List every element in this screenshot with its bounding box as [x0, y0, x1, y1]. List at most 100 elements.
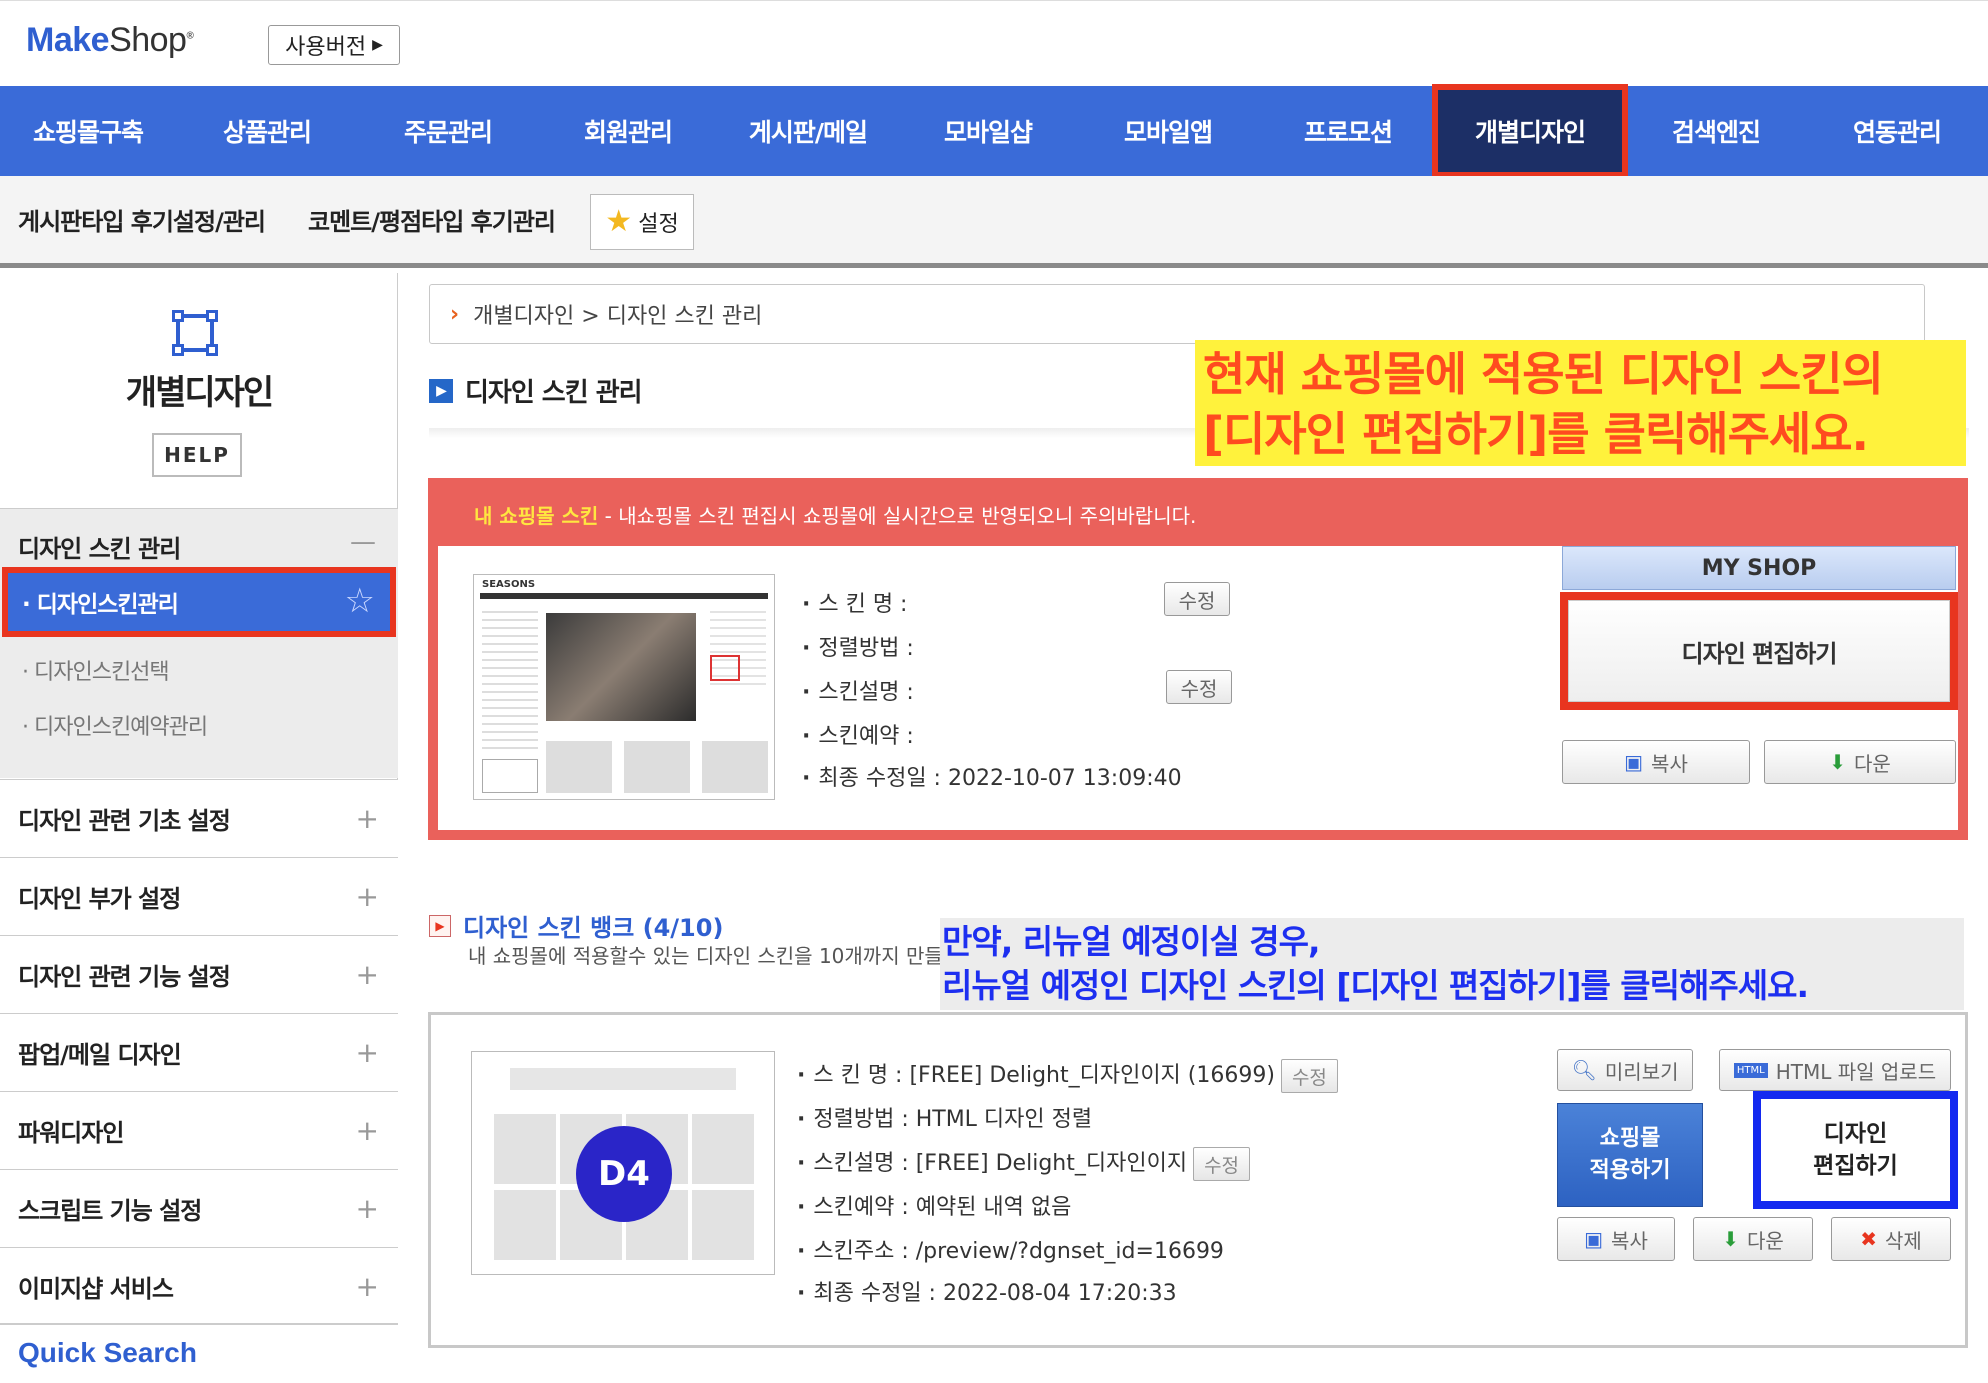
- skin-description-line: · 스킨설명 : [FREE] Delight_디자인이지 수정: [797, 1145, 1251, 1181]
- html-upload-button[interactable]: HTML HTML 파일 업로드: [1719, 1049, 1951, 1091]
- nav-item-order-management[interactable]: 주문관리: [358, 86, 538, 176]
- apply-label: 쇼핑몰: [1599, 1126, 1661, 1151]
- sidebar-section-script-settings[interactable]: 스크립트 기능 설정 +: [0, 1169, 398, 1247]
- nav-item-mobile-app[interactable]: 모바일앱: [1078, 86, 1258, 176]
- sidebar-section-image-shop[interactable]: 이미지샵 서비스 +: [0, 1247, 398, 1325]
- star-outline-icon[interactable]: ☆: [345, 581, 376, 621]
- section-label: 이미지샵 서비스: [18, 1275, 174, 1303]
- callout-line: 리뉴얼 예정인 디자인 스킨의 [디자인 편집하기]를 클릭해주세요.: [942, 966, 1809, 1005]
- page-title-text: 디자인 스킨 관리: [465, 378, 643, 408]
- quick-search-link[interactable]: Quick Search: [0, 1323, 398, 1383]
- section-label: 팝업/메일 디자인: [18, 1041, 182, 1069]
- edit-skin-description-button[interactable]: 수정: [1166, 670, 1232, 704]
- plus-icon: +: [355, 880, 379, 913]
- sidebar-item-label: · 디자인스킨관리: [22, 592, 179, 618]
- thumbnail-image-placeholder: [702, 741, 768, 793]
- edit-design-label: 디자인: [1823, 1121, 1888, 1147]
- html-file-icon: HTML: [1733, 1062, 1768, 1078]
- page-title: ▶ 디자인 스킨 관리: [429, 372, 643, 409]
- instruction-callout-renewal: 만약, 리뉴얼 예정이실 경우, 리뉴얼 예정인 디자인 스킨의 [디자인 편집…: [940, 918, 1964, 1010]
- version-button-label: 사용버전: [285, 35, 367, 60]
- sidebar-item-design-skin-management[interactable]: · 디자인스킨관리 ☆: [2, 567, 396, 637]
- sidebar-section-function-settings[interactable]: 디자인 관련 기능 설정 +: [0, 935, 398, 1013]
- copy-button[interactable]: ▣ 복사: [1562, 740, 1750, 784]
- design-frame-icon: [172, 310, 218, 356]
- minus-icon[interactable]: —: [350, 527, 376, 557]
- nav-item-board-mail[interactable]: 게시판/메일: [718, 86, 898, 176]
- nav-item-individual-design[interactable]: 개별디자인: [1432, 84, 1628, 178]
- edit-skin-name-button[interactable]: 수정: [1280, 1059, 1338, 1093]
- chevron-right-icon: ›: [450, 301, 460, 327]
- skin-thumbnail[interactable]: SEASONS: [473, 574, 775, 800]
- my-shop-skin-content: SEASONS · 스 킨 명 : 수정 · 정렬방법 : · 스킨설명 : 수정 ·…: [438, 546, 1958, 830]
- apply-to-shop-button[interactable]: 쇼핑몰적용하기: [1557, 1103, 1703, 1207]
- thumbnail-header-bar: [510, 1068, 736, 1090]
- plus-icon: +: [355, 1114, 379, 1147]
- play-icon: ▶: [429, 914, 451, 937]
- nav-item-search-engine[interactable]: 검색엔진: [1626, 86, 1806, 176]
- my-shop-skin-note: - 내쇼핑몰 스킨 편집시 쇼핑몰에 실시간으로 반영되오니 주의바랍니다.: [598, 504, 1197, 528]
- download-icon: ⬇: [1829, 750, 1846, 774]
- sidebar-section-additional-settings[interactable]: 디자인 부가 설정 +: [0, 857, 398, 935]
- main-nav: 쇼핑몰구축 상품관리 주문관리 회원관리 게시판/메일 모바일샵 모바일앱 프로…: [0, 84, 1988, 178]
- sidebar-section-power-design[interactable]: 파워디자인 +: [0, 1091, 398, 1169]
- sub-nav: 게시판타입 후기설정/관리 코멘트/평점타입 후기관리 ★ 설정: [0, 176, 1988, 268]
- nav-item-promotion[interactable]: 프로모션: [1258, 86, 1438, 176]
- subnav-board-review-settings[interactable]: 게시판타입 후기설정/관리: [18, 202, 266, 237]
- thumbnail-brand: SEASONS: [482, 579, 536, 590]
- logo-shop-text: Shop: [109, 21, 187, 59]
- logo-registered-mark: ®: [186, 30, 194, 42]
- breadcrumb-text: 개별디자인 > 디자인 스킨 관리: [473, 304, 763, 329]
- edit-skin-description-button[interactable]: 수정: [1193, 1147, 1251, 1181]
- apply-label: 적용하기: [1589, 1158, 1671, 1183]
- copy-icon: ▣: [1624, 750, 1644, 774]
- sidebar-section-basic-settings[interactable]: 디자인 관련 기초 설정 +: [0, 779, 398, 857]
- nav-item-integration[interactable]: 연동관리: [1806, 86, 1988, 176]
- settings-label: 설정: [638, 212, 679, 237]
- edit-design-button[interactable]: 디자인 편집하기: [1753, 1091, 1958, 1209]
- sidebar-item-design-skin-reservation[interactable]: · 디자인스킨예약관리: [22, 709, 208, 741]
- my-shop-skin-header: 내 쇼핑몰 스킨 - 내쇼핑몰 스킨 편집시 쇼핑몰에 실시간으로 반영되오니 …: [474, 500, 1196, 529]
- version-button[interactable]: 사용버전 ▶: [268, 25, 400, 65]
- play-icon: ▶: [429, 378, 453, 403]
- magnifier-icon: 🔍︎: [1571, 1058, 1597, 1082]
- skin-reservation-line: · 스킨예약 :: [802, 724, 914, 749]
- skin-address-line: · 스킨주소 : /preview/?dgnset_id=16699: [797, 1239, 1224, 1264]
- section-label: 디자인 관련 기능 설정: [18, 963, 231, 991]
- preview-button[interactable]: 🔍︎ 미리보기: [1557, 1049, 1693, 1091]
- delete-button[interactable]: ✖ 삭제: [1831, 1217, 1951, 1261]
- logo-make-text: Make: [26, 21, 110, 59]
- download-button[interactable]: ⬇ 다운: [1764, 740, 1956, 784]
- skin-thumbnail[interactable]: D4: [471, 1051, 775, 1275]
- sidebar-section-popup-mail[interactable]: 팝업/메일 디자인 +: [0, 1013, 398, 1091]
- skin-badge: D4: [576, 1126, 672, 1222]
- thumbnail-customer-center: [482, 759, 538, 793]
- skin-description-line: · 스킨설명 :: [802, 680, 914, 705]
- section-label: 디자인 부가 설정: [18, 885, 181, 913]
- skin-sort-line: · 정렬방법 : HTML 디자인 정렬: [797, 1107, 1093, 1132]
- copy-button[interactable]: ▣ 복사: [1557, 1217, 1675, 1261]
- skin-bank-title: ▶ 디자인 스킨 뱅크 (4/10): [429, 908, 723, 943]
- help-button[interactable]: HELP: [152, 433, 242, 477]
- nav-item-shopping-mall-build[interactable]: 쇼핑몰구축: [0, 86, 176, 176]
- thumbnail-sidebar: [482, 605, 538, 755]
- nav-item-product-management[interactable]: 상품관리: [176, 86, 358, 176]
- subnav-comment-review-management[interactable]: 코멘트/평점타입 후기관리: [308, 202, 556, 237]
- nav-item-member-management[interactable]: 회원관리: [538, 86, 718, 176]
- edit-skin-name-button[interactable]: 수정: [1164, 582, 1230, 616]
- makeshop-logo[interactable]: MakeShop®: [26, 21, 194, 60]
- callout-line: 현재 쇼핑몰에 적용된 디자인 스킨의: [1203, 347, 1884, 401]
- settings-button[interactable]: ★ 설정: [590, 194, 694, 250]
- nav-item-mobile-shop[interactable]: 모바일샵: [898, 86, 1078, 176]
- thumbnail-gift-box: [710, 655, 740, 681]
- plus-icon: +: [355, 802, 379, 835]
- plus-icon: +: [355, 1192, 379, 1225]
- copy-icon: ▣: [1584, 1227, 1604, 1251]
- my-shop-label: MY SHOP: [1562, 546, 1956, 590]
- menu-group-title[interactable]: 디자인 스킨 관리: [18, 529, 181, 564]
- download-button[interactable]: ⬇ 다운: [1693, 1217, 1813, 1261]
- sidebar: 개별디자인 HELP 디자인 스킨 관리 — · 디자인스킨관리 ☆ · 디자인…: [0, 273, 398, 1383]
- thumbnail-image-placeholder: [546, 741, 612, 793]
- edit-design-button[interactable]: 디자인 편집하기: [1560, 592, 1958, 710]
- sidebar-item-design-skin-select[interactable]: · 디자인스킨선택: [22, 654, 170, 686]
